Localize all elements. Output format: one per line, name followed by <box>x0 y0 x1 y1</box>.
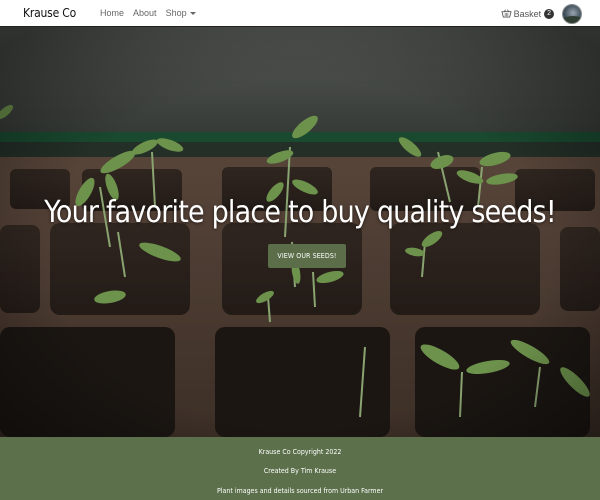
footer-credits: Plant images and details sourced from Ur… <box>216 487 384 495</box>
basket-count-badge: 2 <box>544 8 554 19</box>
basket-label: Basket <box>513 8 542 19</box>
nav-about-link[interactable]: About <box>133 8 157 18</box>
hero-background-image <box>0 27 600 437</box>
basket-button[interactable]: Basket 2 <box>501 8 554 19</box>
footer: Krause Co Copyright 2022 Created By Tim … <box>0 437 600 500</box>
footer-author: Created By Tim Krause <box>263 467 337 475</box>
brand-logo[interactable]: Krause Co <box>23 6 76 20</box>
nav-shop-label: Shop <box>165 8 187 18</box>
nav-shop-dropdown[interactable]: Shop <box>166 8 196 18</box>
hero-title: Your favorite place to buy quality seeds… <box>44 195 556 230</box>
avatar[interactable] <box>562 3 582 24</box>
nav-home-link[interactable]: Home <box>100 8 124 18</box>
basket-icon <box>501 9 512 18</box>
hero-section: Your favorite place to buy quality seeds… <box>0 27 600 437</box>
view-seeds-button[interactable]: VIEW OUR SEEDS! <box>268 244 346 268</box>
navbar: Krause Co Home About Shop Basket 2 <box>0 0 600 27</box>
chevron-down-icon <box>189 11 196 15</box>
footer-copyright: Krause Co Copyright 2022 <box>258 448 342 456</box>
nav-right: Basket 2 <box>501 2 582 25</box>
